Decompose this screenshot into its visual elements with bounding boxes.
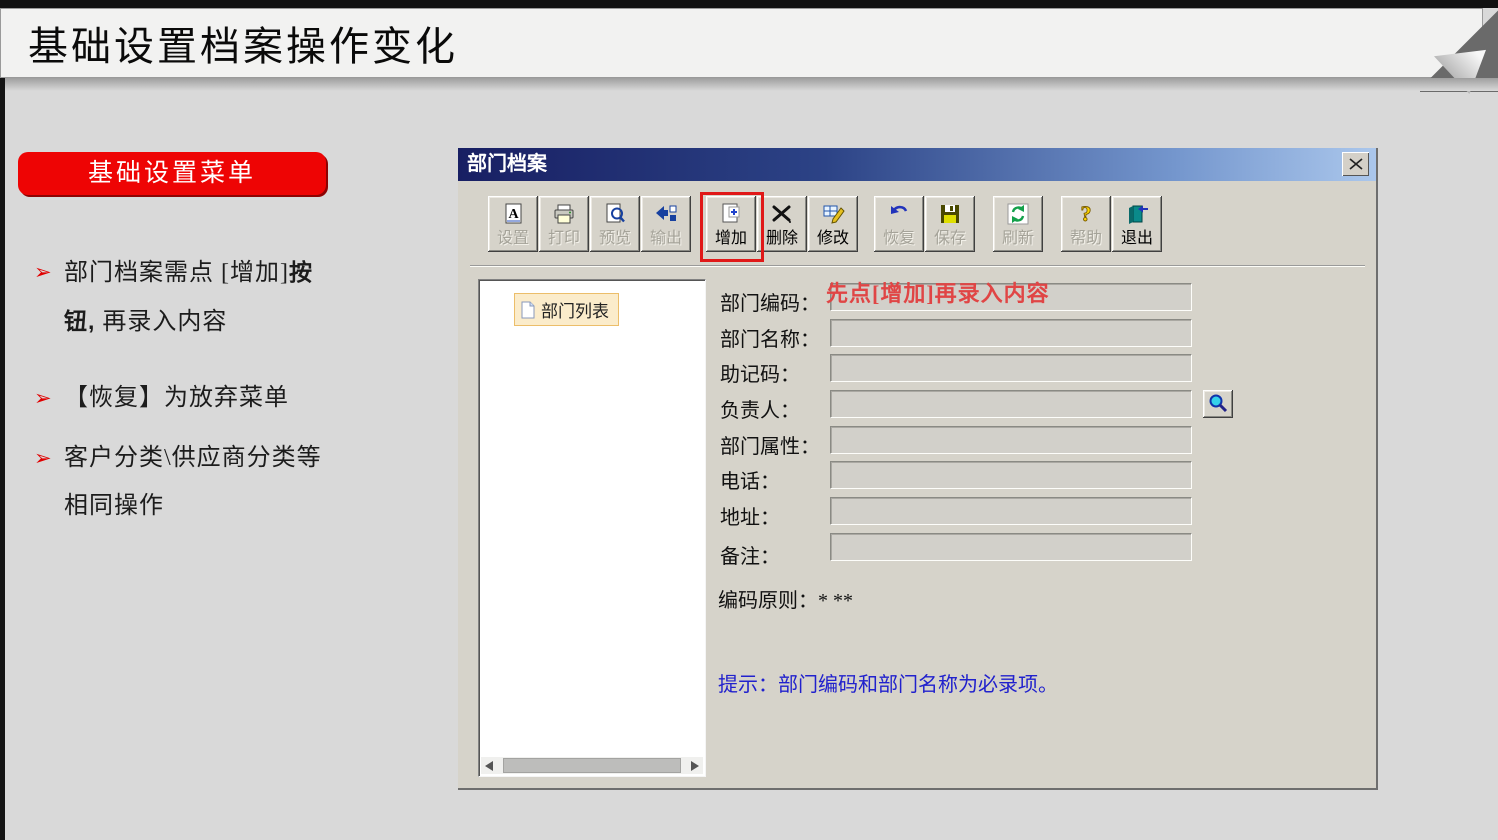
menu-banner: 基础设置菜单 — [18, 152, 326, 195]
field-label-name: 部门名称： — [720, 329, 820, 351]
scroll-right-icon[interactable] — [687, 757, 703, 774]
toolbar-button-label: 退出 — [1120, 230, 1153, 247]
close-button[interactable] — [1342, 152, 1369, 176]
toolbar-button-label: 保存 — [933, 230, 966, 247]
field-label-mnemonic: 助记码： — [720, 364, 800, 386]
toolbar-button-export[interactable]: 输出 — [641, 196, 691, 252]
bullet-item: ➢ 部门档案需点 [增加]按 钮, 再录入内容 — [34, 248, 434, 346]
arrow-bullet-icon: ➢ — [34, 260, 52, 284]
scroll-left-icon[interactable] — [481, 757, 497, 774]
tree-item-department-list[interactable]: 部门列表 — [514, 293, 619, 326]
department-tree-panel: 部门列表 — [478, 279, 706, 777]
toolbar-button-delete[interactable]: 删除 — [757, 196, 807, 252]
header-shadow — [0, 78, 1498, 91]
field-label-remark: 备注： — [720, 546, 780, 568]
tree-item-label: 部门列表 — [541, 302, 609, 321]
preview-icon — [590, 196, 640, 229]
toolbar-button-save[interactable]: 保存 — [925, 196, 975, 252]
scrollbar-thumb[interactable] — [503, 758, 681, 773]
field-label-manager: 负责人： — [720, 400, 800, 422]
department-attribute-input[interactable] — [830, 426, 1192, 454]
coding-rule-text: 编码原则：* ** — [718, 590, 853, 612]
department-archive-dialog: 部门档案 A 设置 打印 预览 输出 增加 删除 修改 恢复 保存 刷新 ? 帮… — [458, 148, 1378, 790]
close-icon — [1348, 158, 1363, 170]
toolbar-button-settings[interactable]: A 设置 — [488, 196, 538, 252]
toolbar-button-label: 恢复 — [882, 230, 915, 247]
bullet-text: 客户分类\供应商分类等 相同操作 — [64, 445, 322, 519]
remark-input[interactable] — [830, 533, 1192, 561]
mnemonic-code-input[interactable] — [830, 354, 1192, 382]
horizontal-scrollbar[interactable] — [481, 757, 703, 774]
delete-x-icon — [757, 196, 807, 229]
svg-text:A: A — [508, 207, 519, 222]
top-border — [0, 0, 1498, 8]
page-title: 基础设置档案操作变化 — [28, 24, 458, 69]
red-annotation: 先点[增加]再录入内容 — [826, 281, 1050, 306]
help-question-icon: ? — [1061, 196, 1111, 229]
bullet-item: ➢ 客户分类\供应商分类等 相同操作 — [34, 434, 434, 530]
exit-door-icon — [1112, 196, 1162, 229]
manager-input[interactable] — [830, 390, 1192, 418]
hint-text: 提示：部门编码和部门名称为必录项。 — [718, 674, 1058, 696]
svg-text:?: ? — [1081, 202, 1092, 226]
dialog-titlebar[interactable]: 部门档案 — [458, 148, 1376, 181]
toolbar-button-label: 修改 — [816, 230, 849, 247]
print-icon — [539, 196, 589, 229]
edit-pencil-icon — [808, 196, 858, 229]
undo-arrow-icon — [874, 196, 924, 229]
slide-canvas: 基础设置档案操作变化 基础设置菜单 ➢ 部门档案需点 [增加]按 钮, 再录入内容 ➢… — [0, 0, 1498, 840]
magnifier-icon — [1209, 394, 1228, 413]
arrow-bullet-icon: ➢ — [34, 386, 52, 410]
toolbar-button-label: 增加 — [714, 230, 747, 247]
toolbar-button-label: 预览 — [598, 230, 631, 247]
document-icon — [521, 301, 535, 318]
toolbar-button-modify[interactable]: 修改 — [808, 196, 858, 252]
toolbar-button-label: 打印 — [547, 230, 580, 247]
arrow-bullet-icon: ➢ — [34, 446, 52, 470]
save-floppy-icon — [925, 196, 975, 229]
bullet-text: 【恢复】为放弃菜单 — [64, 385, 289, 411]
phone-input[interactable] — [830, 461, 1192, 489]
toolbar-button-refresh[interactable]: 刷新 — [993, 196, 1043, 252]
toolbar-button-exit[interactable]: 退出 — [1112, 196, 1162, 252]
manager-lookup-button[interactable] — [1203, 390, 1233, 418]
address-input[interactable] — [830, 497, 1192, 525]
toolbar-button-label: 刷新 — [1001, 230, 1034, 247]
add-document-icon — [706, 196, 756, 229]
field-label-code: 部门编码： — [720, 293, 820, 315]
font-settings-icon: A — [488, 196, 538, 229]
toolbar-button-undo[interactable]: 恢复 — [874, 196, 924, 252]
field-label-address: 地址： — [720, 507, 780, 529]
department-name-input[interactable] — [830, 319, 1192, 347]
field-label-attribute: 部门属性： — [720, 436, 820, 458]
bullet-item: ➢ 【恢复】为放弃菜单 — [34, 374, 434, 422]
toolbar-button-print[interactable]: 打印 — [539, 196, 589, 252]
toolbar-button-preview[interactable]: 预览 — [590, 196, 640, 252]
toolbar-separator — [470, 265, 1365, 267]
toolbar-button-label: 删除 — [765, 230, 798, 247]
toolbar-button-label: 输出 — [649, 230, 682, 247]
export-icon — [641, 196, 691, 229]
field-label-phone: 电话： — [720, 471, 780, 493]
toolbar-button-help[interactable]: ? 帮助 — [1061, 196, 1111, 252]
bullet-list: ➢ 部门档案需点 [增加]按 钮, 再录入内容 ➢ 【恢复】为放弃菜单 ➢ 客户分类\供应商… — [34, 248, 434, 530]
toolbar-button-add[interactable]: 增加 — [706, 196, 756, 252]
bullet-text: 部门档案需点 [增加]按 钮, 再录入内容 — [64, 259, 313, 335]
left-edge-strip — [0, 78, 5, 840]
toolbar-button-label: 设置 — [496, 230, 529, 247]
toolbar-button-label: 帮助 — [1069, 230, 1102, 247]
dialog-title: 部门档案 — [467, 153, 547, 175]
refresh-arrows-icon — [993, 196, 1043, 229]
